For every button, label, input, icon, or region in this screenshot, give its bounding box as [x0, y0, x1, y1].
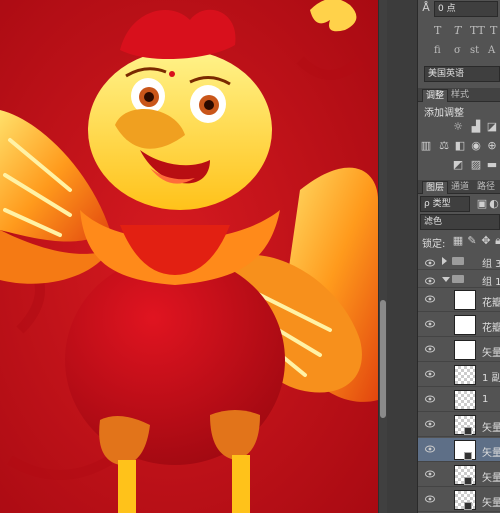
visibility-eye-icon[interactable]	[425, 470, 435, 478]
threshold-icon[interactable]: ▨	[470, 159, 482, 171]
kind-filter-select[interactable]: ρ 类型	[420, 196, 470, 212]
visibility-eye-icon[interactable]	[425, 445, 435, 453]
expanded-arrow-icon[interactable]	[442, 277, 450, 282]
layer-row[interactable]: 1	[418, 388, 500, 412]
invert-icon[interactable]: ◩	[452, 159, 464, 171]
gradient-map-icon[interactable]: ▬	[486, 159, 498, 171]
lock-image-icon[interactable]: ✎	[466, 235, 478, 247]
color-balance-icon[interactable]: ⚖	[438, 140, 450, 152]
layer-name: 花瓣	[482, 298, 500, 309]
rooster-artwork	[0, 0, 378, 513]
layer-name: 花瓣	[482, 323, 500, 334]
vibrance-icon[interactable]: ▥	[420, 140, 432, 152]
canvas-vertical-scrollbar[interactable]	[378, 0, 387, 513]
language-value: 美国英语	[428, 69, 465, 79]
visibility-eye-icon[interactable]	[425, 495, 435, 503]
folder-icon	[452, 275, 464, 283]
layer-thumbnail[interactable]	[454, 340, 476, 360]
lock-all-icon[interactable]: 🔒︎	[492, 235, 500, 247]
layer-thumbnail[interactable]	[454, 390, 476, 410]
layer-group-row[interactable]: 组 1	[418, 270, 500, 288]
visibility-eye-icon[interactable]	[425, 370, 435, 378]
layer-name: 矢量	[482, 498, 500, 509]
visibility-eye-icon[interactable]	[425, 259, 435, 267]
tab-layers[interactable]: 图层	[422, 181, 449, 194]
small-caps-icon[interactable]: T	[490, 24, 497, 37]
layer-name: 1	[482, 394, 489, 405]
layer-thumbnail[interactable]	[454, 315, 476, 335]
smart-object-icon	[464, 452, 472, 460]
baseline-shift-input[interactable]: 0 点	[434, 1, 498, 17]
layer-name: 1 副	[482, 373, 500, 384]
layer-row[interactable]: 花瓣	[418, 288, 500, 312]
visibility-eye-icon[interactable]	[425, 295, 435, 303]
levels-icon[interactable]: ▟	[470, 121, 482, 133]
layer-name: 矢量	[482, 473, 500, 484]
swash-icon[interactable]: A	[488, 45, 495, 56]
lock-label: 锁定:	[422, 239, 446, 250]
faux-bold-icon[interactable]: T	[434, 24, 441, 37]
lock-position-icon[interactable]: ✥	[480, 235, 492, 247]
fi-ligature-icon[interactable]: fi	[434, 45, 441, 56]
layer-thumbnail[interactable]	[454, 365, 476, 385]
layer-row[interactable]: 矢量	[418, 488, 500, 512]
discretionary-ligature-icon[interactable]: st	[470, 45, 479, 56]
language-select[interactable]: 美国英语	[424, 66, 500, 82]
layer-row[interactable]: 矢量	[418, 438, 500, 462]
photo-filter-icon[interactable]: ◉	[470, 140, 482, 152]
visibility-eye-icon[interactable]	[425, 395, 435, 403]
lock-transparent-icon[interactable]: ▦	[452, 235, 464, 247]
smart-object-icon	[464, 502, 472, 510]
kind-filter-value: ρ 类型	[424, 199, 451, 209]
layer-group-row[interactable]: 组 3	[418, 252, 500, 270]
tab-channels[interactable]: 通道	[448, 181, 472, 194]
visibility-eye-icon[interactable]	[425, 345, 435, 353]
baseline-shift-value: 0 点	[438, 4, 456, 14]
filter-pixel-icon[interactable]: ▣	[476, 198, 488, 210]
brightness-icon[interactable]: ☼	[452, 121, 464, 133]
all-caps-icon[interactable]: TT	[470, 24, 485, 37]
black-white-icon[interactable]: ◧	[454, 140, 466, 152]
add-adjustment-label: 添加调整	[424, 108, 464, 119]
layer-name: 矢量	[482, 448, 500, 459]
layer-row[interactable]: 矢量	[418, 413, 500, 437]
channel-mixer-icon[interactable]: ⊕	[486, 140, 498, 152]
filter-adjust-icon[interactable]: ◐	[488, 198, 500, 210]
blend-mode-value: 滤色	[424, 217, 443, 227]
visibility-eye-icon[interactable]	[425, 420, 435, 428]
curves-icon[interactable]: ◪	[486, 121, 498, 133]
adjustments-tabbar: 调整 样式	[418, 88, 500, 102]
visibility-eye-icon[interactable]	[425, 277, 435, 285]
side-panels: Å 0 点 T T TT T fi σ st A 美国英语 调整 样式 添加调整…	[418, 0, 500, 513]
visibility-eye-icon[interactable]	[425, 320, 435, 328]
faux-italic-icon[interactable]: T	[454, 24, 461, 37]
folder-icon	[452, 257, 464, 265]
layer-row[interactable]: 矢量	[418, 338, 500, 362]
ordinals-icon[interactable]: σ	[454, 45, 461, 56]
layers-tabbar: 图层 通道 路径	[418, 180, 500, 194]
layer-row[interactable]: 1 副	[418, 363, 500, 387]
collapsed-arrow-icon[interactable]	[442, 257, 447, 265]
tab-adjustments[interactable]: 调整	[422, 89, 449, 102]
layer-name: 矢量	[482, 423, 500, 434]
document-canvas[interactable]	[0, 0, 378, 513]
layer-thumbnail[interactable]	[454, 290, 476, 310]
group-name: 组 3	[482, 259, 500, 270]
group-name: 组 1	[482, 277, 500, 288]
blend-mode-select[interactable]: 滤色	[420, 214, 500, 230]
panel-dock-strip	[387, 0, 418, 513]
layer-row[interactable]: 花瓣	[418, 313, 500, 337]
tab-styles[interactable]: 样式	[448, 89, 472, 102]
smart-object-icon	[464, 427, 472, 435]
smart-object-icon	[464, 477, 472, 485]
layer-row[interactable]: 矢量	[418, 463, 500, 487]
scrollbar-thumb[interactable]	[380, 300, 386, 418]
tab-paths[interactable]: 路径	[474, 181, 498, 194]
tracking-icon: Å	[422, 1, 430, 14]
layer-name: 矢量	[482, 348, 500, 359]
